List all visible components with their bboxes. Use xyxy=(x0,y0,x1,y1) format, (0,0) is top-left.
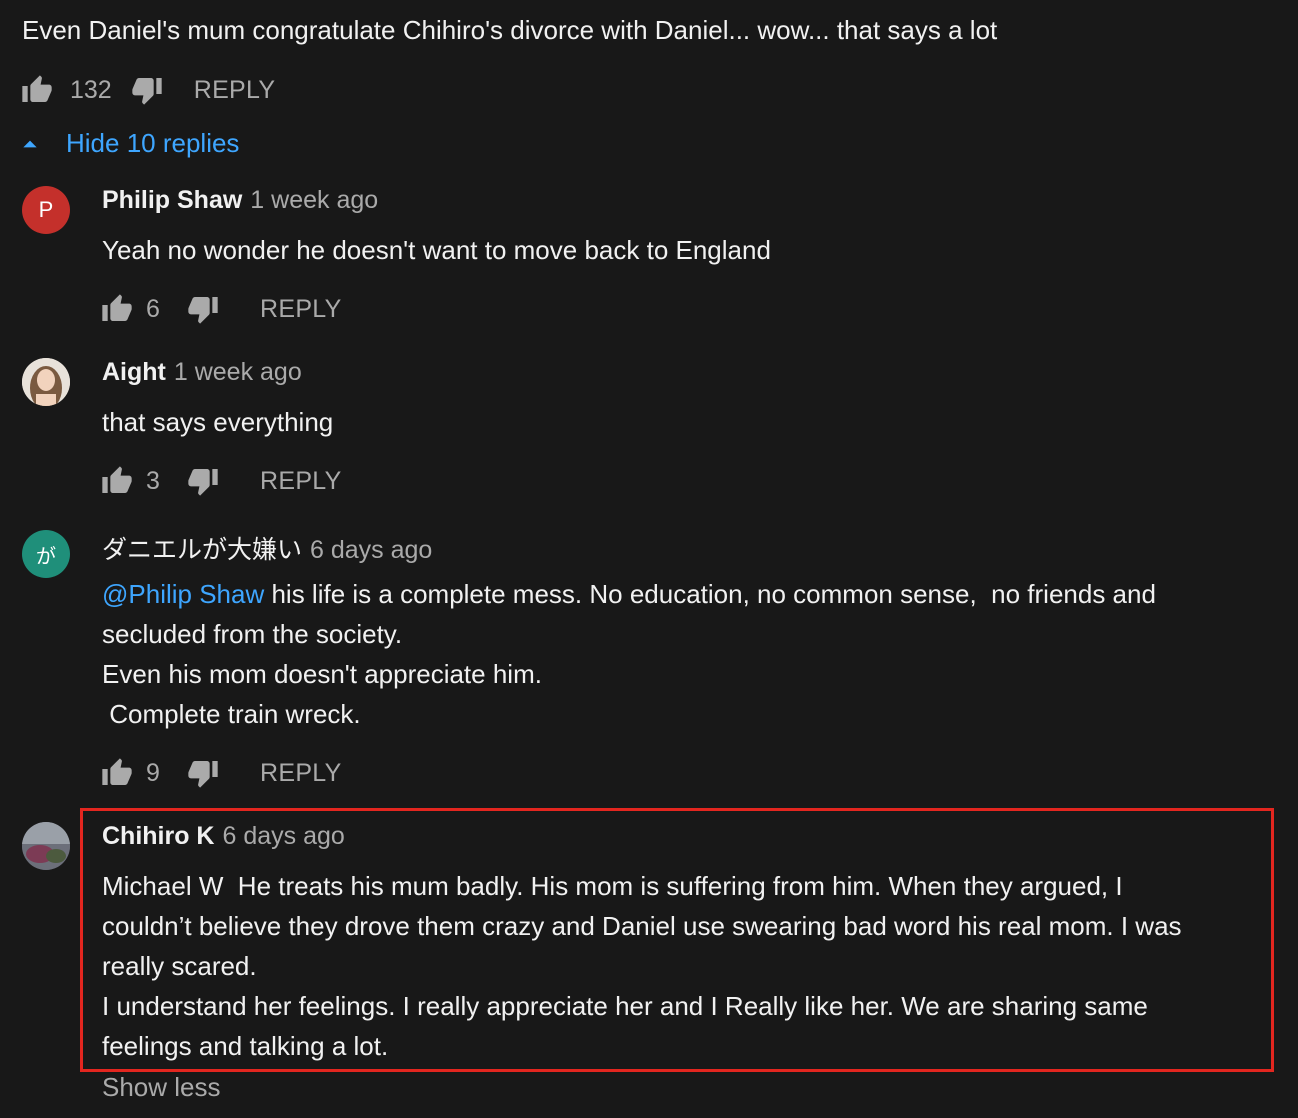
timestamp[interactable]: 6 days ago xyxy=(223,822,345,851)
caret-up-icon xyxy=(23,140,37,147)
like-icon[interactable] xyxy=(100,292,134,326)
show-less-button[interactable]: Show less xyxy=(102,1072,221,1103)
dislike-icon[interactable] xyxy=(186,292,220,326)
avatar-letter: が xyxy=(36,545,56,568)
reply-header: ダニエルが大嫌い 6 days ago xyxy=(102,530,432,566)
reply-button[interactable]: REPLY xyxy=(260,759,342,788)
reply-actions: 3 REPLY xyxy=(100,461,342,501)
hide-replies-label: Hide 10 replies xyxy=(66,128,240,158)
author-name[interactable]: Aight xyxy=(102,358,166,387)
profile-photo-icon xyxy=(22,822,70,870)
reply-actions: 6 REPLY xyxy=(100,289,342,329)
reply-button[interactable]: REPLY xyxy=(194,76,276,105)
author-name[interactable]: Philip Shaw xyxy=(102,186,242,215)
avatar[interactable]: P xyxy=(22,186,70,234)
reply-text: that says everything xyxy=(102,407,334,437)
reply-button[interactable]: REPLY xyxy=(260,295,342,324)
dislike-icon[interactable] xyxy=(186,756,220,790)
reply-text: Michael W He treats his mum badly. His m… xyxy=(102,871,1182,1061)
reply-header: Chihiro K 6 days ago xyxy=(102,822,345,858)
top-comment-text: Even Daniel's mum congratulate Chihiro's… xyxy=(22,15,998,45)
timestamp[interactable]: 6 days ago xyxy=(310,536,432,565)
like-icon[interactable] xyxy=(20,73,54,107)
like-icon[interactable] xyxy=(100,464,134,498)
mention-link[interactable]: @Philip Shaw xyxy=(102,579,264,609)
reply-header: Philip Shaw 1 week ago xyxy=(102,186,378,222)
author-name[interactable]: Chihiro K xyxy=(102,822,215,851)
reply-text-block: @Philip Shaw his life is a complete mess… xyxy=(102,574,1262,734)
reply-button[interactable]: REPLY xyxy=(260,467,342,496)
reply-text: Yeah no wonder he doesn't want to move b… xyxy=(102,235,771,265)
timestamp[interactable]: 1 week ago xyxy=(250,186,378,215)
avatar[interactable]: が xyxy=(22,530,70,578)
like-count: 9 xyxy=(146,758,160,787)
avatar[interactable] xyxy=(22,358,70,406)
author-name[interactable]: ダニエルが大嫌い xyxy=(102,530,302,566)
dislike-icon[interactable] xyxy=(130,73,164,107)
like-count: 3 xyxy=(146,466,160,495)
reply-header: Aight 1 week ago xyxy=(102,358,302,394)
hide-replies-button[interactable]: Hide 10 replies xyxy=(20,128,239,159)
avatar-letter: P xyxy=(38,197,54,222)
like-count: 6 xyxy=(146,294,160,323)
top-comment-actions: 132 REPLY xyxy=(20,70,275,110)
like-icon[interactable] xyxy=(100,756,134,790)
dislike-icon[interactable] xyxy=(186,464,220,498)
timestamp[interactable]: 1 week ago xyxy=(174,358,302,387)
reply-actions: 9 REPLY xyxy=(100,753,342,793)
profile-photo-icon xyxy=(22,358,70,406)
like-count: 132 xyxy=(70,75,112,104)
avatar[interactable] xyxy=(22,822,70,870)
